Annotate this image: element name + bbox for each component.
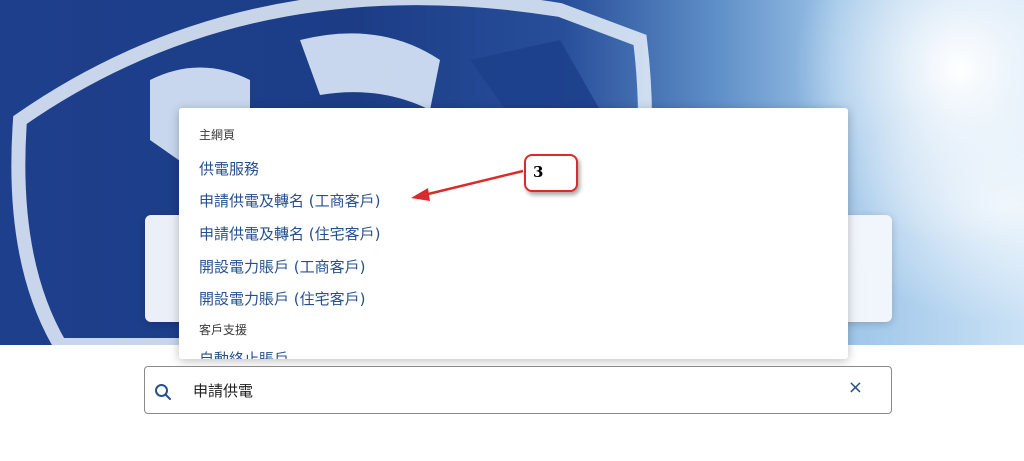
search-suggestions-dropdown: 主網頁 供電服務 申請供電及轉名 (工商客戶) 申請供電及轉名 (住宅客戶) 開…	[179, 108, 848, 359]
suggestion-item[interactable]: 申請供電及轉名 (住宅客戶)	[199, 223, 380, 244]
suggestion-item[interactable]: 供電服務	[199, 158, 259, 179]
suggestion-item[interactable]: 開設電力賬戶 (工商客戶)	[199, 256, 365, 277]
suggestion-item[interactable]: 自動終止賬戶	[199, 348, 289, 359]
search-bar: ×	[144, 366, 892, 414]
search-input[interactable]	[193, 377, 833, 403]
group-label-support: 客戶支援	[199, 323, 248, 337]
close-icon[interactable]: ×	[848, 379, 863, 397]
suggestion-item[interactable]: 開設電力賬戶 (住宅客戶)	[199, 288, 365, 309]
group-label-main: 主網頁	[199, 128, 236, 142]
annotation-number: 3	[533, 163, 544, 181]
annotation-callout: 3	[524, 154, 578, 192]
suggestion-item[interactable]: 申請供電及轉名 (工商客戶)	[199, 190, 380, 211]
search-icon	[154, 383, 172, 405]
